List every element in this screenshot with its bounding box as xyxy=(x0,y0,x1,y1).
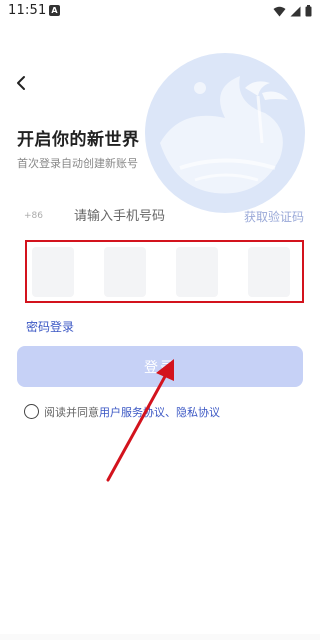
watermark-logo xyxy=(145,53,305,213)
country-code-selector[interactable]: +86 xyxy=(24,211,43,221)
wifi-icon xyxy=(273,6,286,16)
status-bar: 11:51 A xyxy=(0,0,320,24)
agreement-prefix: 阅读并同意 xyxy=(44,406,99,419)
code-digit-1[interactable] xyxy=(32,247,74,297)
code-digit-3[interactable] xyxy=(176,247,218,297)
page-subtitle: 首次登录自动创建新账号 xyxy=(17,157,138,170)
login-button[interactable]: 登录 xyxy=(17,346,303,387)
page-title: 开启你的新世界 xyxy=(17,130,140,150)
password-login-link[interactable]: 密码登录 xyxy=(26,318,74,335)
chevron-left-icon xyxy=(17,76,25,90)
status-icons xyxy=(273,5,312,17)
status-time: 11:51 xyxy=(8,3,47,18)
navigation-bar xyxy=(0,634,320,640)
agreement-radio[interactable] xyxy=(24,404,39,419)
agreement-text: 阅读并同意用户服务协议、隐私协议 xyxy=(44,404,220,420)
phone-input[interactable] xyxy=(74,206,234,226)
battery-icon xyxy=(305,5,312,17)
notification-icon: A xyxy=(49,5,60,16)
signal-icon xyxy=(290,6,301,16)
code-digit-4[interactable] xyxy=(248,247,290,297)
login-screen: 11:51 A 开启你的新世界 首次登录自动创建新账号 +86 请输入手机号码 … xyxy=(0,0,320,640)
agreement-separator: 、 xyxy=(165,406,176,419)
get-code-button[interactable]: 获取验证码 xyxy=(244,208,304,225)
code-digit-2[interactable] xyxy=(104,247,146,297)
user-agreement-link[interactable]: 用户服务协议 xyxy=(99,406,165,419)
back-button[interactable] xyxy=(12,72,34,94)
privacy-policy-link[interactable]: 隐私协议 xyxy=(176,406,220,419)
